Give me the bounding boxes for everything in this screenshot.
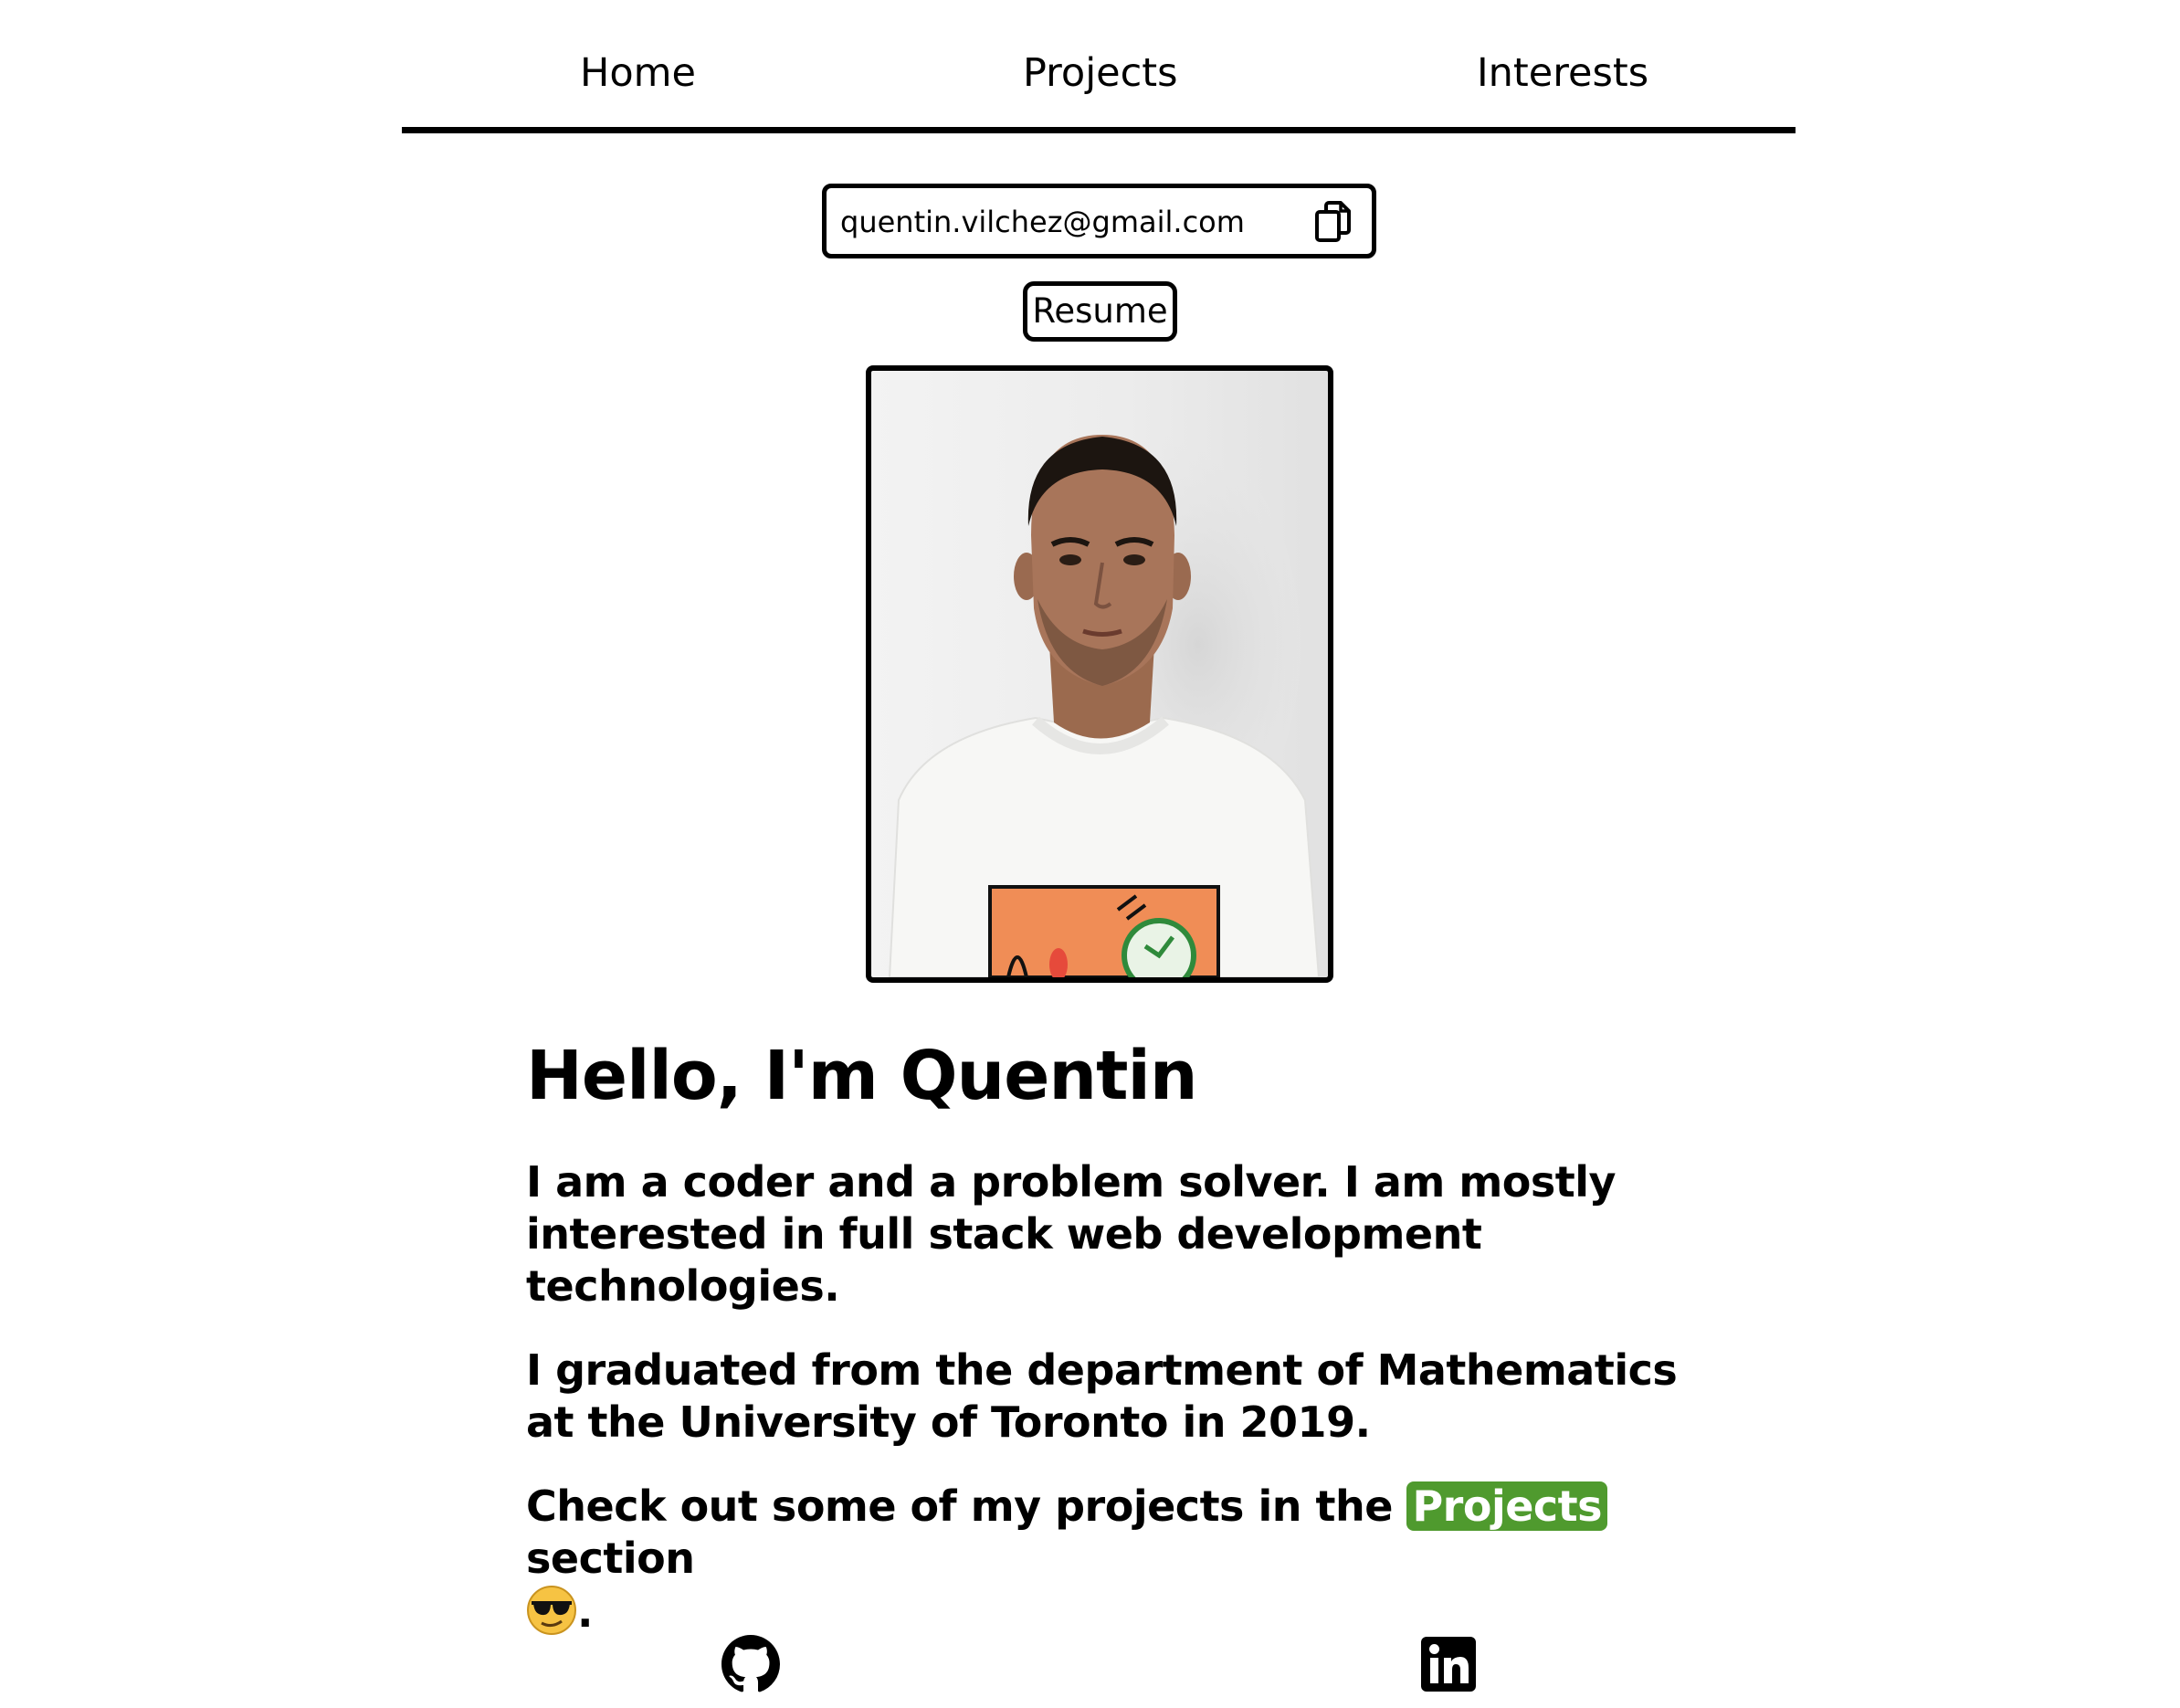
- nav-home-link[interactable]: Home: [580, 47, 696, 99]
- nav-projects-link[interactable]: Projects: [1023, 47, 1178, 99]
- copy-icon[interactable]: [1315, 201, 1352, 243]
- github-icon[interactable]: [721, 1635, 780, 1693]
- bio-paragraph-3-end: .: [577, 1587, 593, 1637]
- top-nav: Home Projects Interests: [402, 0, 1796, 133]
- projects-link[interactable]: Projects: [1406, 1481, 1608, 1531]
- bio-paragraph-2: I graduated from the department of Mathe…: [526, 1345, 1678, 1447]
- linkedin-icon[interactable]: [1419, 1635, 1478, 1693]
- bio-paragraph-3-text: Check out some of my projects in the: [526, 1481, 1407, 1531]
- page-title: Hello, I'm Quentin: [526, 1037, 1198, 1115]
- bio-paragraph-1: I am a coder and a problem solver. I am …: [526, 1157, 1617, 1311]
- sunglasses-emoji-icon: [527, 1586, 576, 1635]
- bio-paragraph-3-suffix: section: [526, 1534, 695, 1583]
- email-box: quentin.vilchez@gmail.com: [822, 184, 1376, 258]
- resume-button[interactable]: Resume: [1023, 281, 1177, 342]
- bio-section: Hello, I'm Quentin I am a coder and a pr…: [526, 1032, 1713, 1639]
- nav-interests-link[interactable]: Interests: [1477, 47, 1648, 99]
- email-text: quentin.vilchez@gmail.com: [840, 205, 1245, 239]
- profile-photo: [866, 365, 1333, 983]
- bio-paragraph-3: Check out some of my projects in the Pro…: [526, 1481, 1713, 1639]
- page: Home Projects Interests quentin.vilchez@…: [0, 0, 2180, 1708]
- profile-photo-illustration: [888, 435, 1321, 977]
